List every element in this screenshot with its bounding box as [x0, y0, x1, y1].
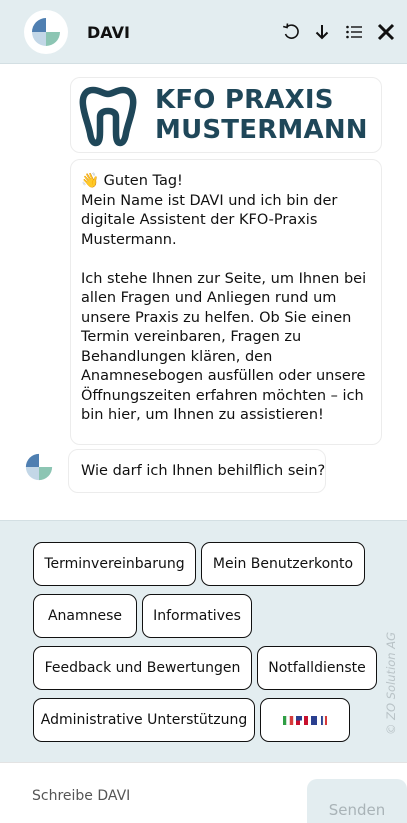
- message-composer: Senden: [0, 762, 407, 823]
- greeting-text: 👋 Guten Tag! Mein Name ist DAVI und ich …: [81, 173, 367, 423]
- flags-icon: [283, 715, 327, 725]
- logo-line-2: MUSTERMANN: [155, 115, 368, 145]
- quick-replies-panel: Terminvereinbarung Mein Benutzerkonto An…: [0, 520, 407, 762]
- chip-terminvereinbarung[interactable]: Terminvereinbarung: [33, 542, 196, 586]
- chip-benutzerkonto[interactable]: Mein Benutzerkonto: [201, 542, 365, 586]
- close-icon[interactable]: [373, 19, 399, 45]
- chat-messages: KFO PRAXIS MUSTERMANN 👋 Guten Tag! Mein …: [0, 64, 407, 520]
- chip-informatives[interactable]: Informatives: [142, 594, 252, 638]
- message-input[interactable]: [18, 783, 288, 809]
- chip-administrative[interactable]: Administrative Unterstützung: [33, 698, 255, 742]
- tooth-logo-icon: [79, 86, 137, 147]
- download-icon[interactable]: [309, 19, 335, 45]
- chat-title: DAVI: [87, 23, 130, 42]
- question-message: Wie darf ich Ihnen behilflich sein?: [68, 449, 326, 493]
- menu-list-icon[interactable]: [341, 19, 367, 45]
- undo-icon[interactable]: [278, 19, 304, 45]
- chat-header: DAVI: [0, 0, 407, 64]
- practice-logo-text: KFO PRAXIS MUSTERMANN: [155, 85, 368, 145]
- logo-line-1: KFO PRAXIS: [155, 85, 334, 115]
- bot-avatar-icon: [24, 452, 54, 482]
- practice-logo-card: KFO PRAXIS MUSTERMANN: [70, 77, 382, 153]
- send-button[interactable]: Senden: [307, 779, 407, 823]
- chip-anamnese[interactable]: Anamnese: [33, 594, 137, 638]
- chip-notfalldienste[interactable]: Notfalldienste: [257, 646, 377, 690]
- davi-logo-icon: [24, 10, 68, 54]
- chip-language-flags[interactable]: [260, 698, 350, 742]
- copyright-watermark: © ZO Solution AG: [384, 631, 398, 735]
- greeting-message: 👋 Guten Tag! Mein Name ist DAVI und ich …: [70, 159, 382, 445]
- chip-feedback[interactable]: Feedback und Bewertungen: [33, 646, 252, 690]
